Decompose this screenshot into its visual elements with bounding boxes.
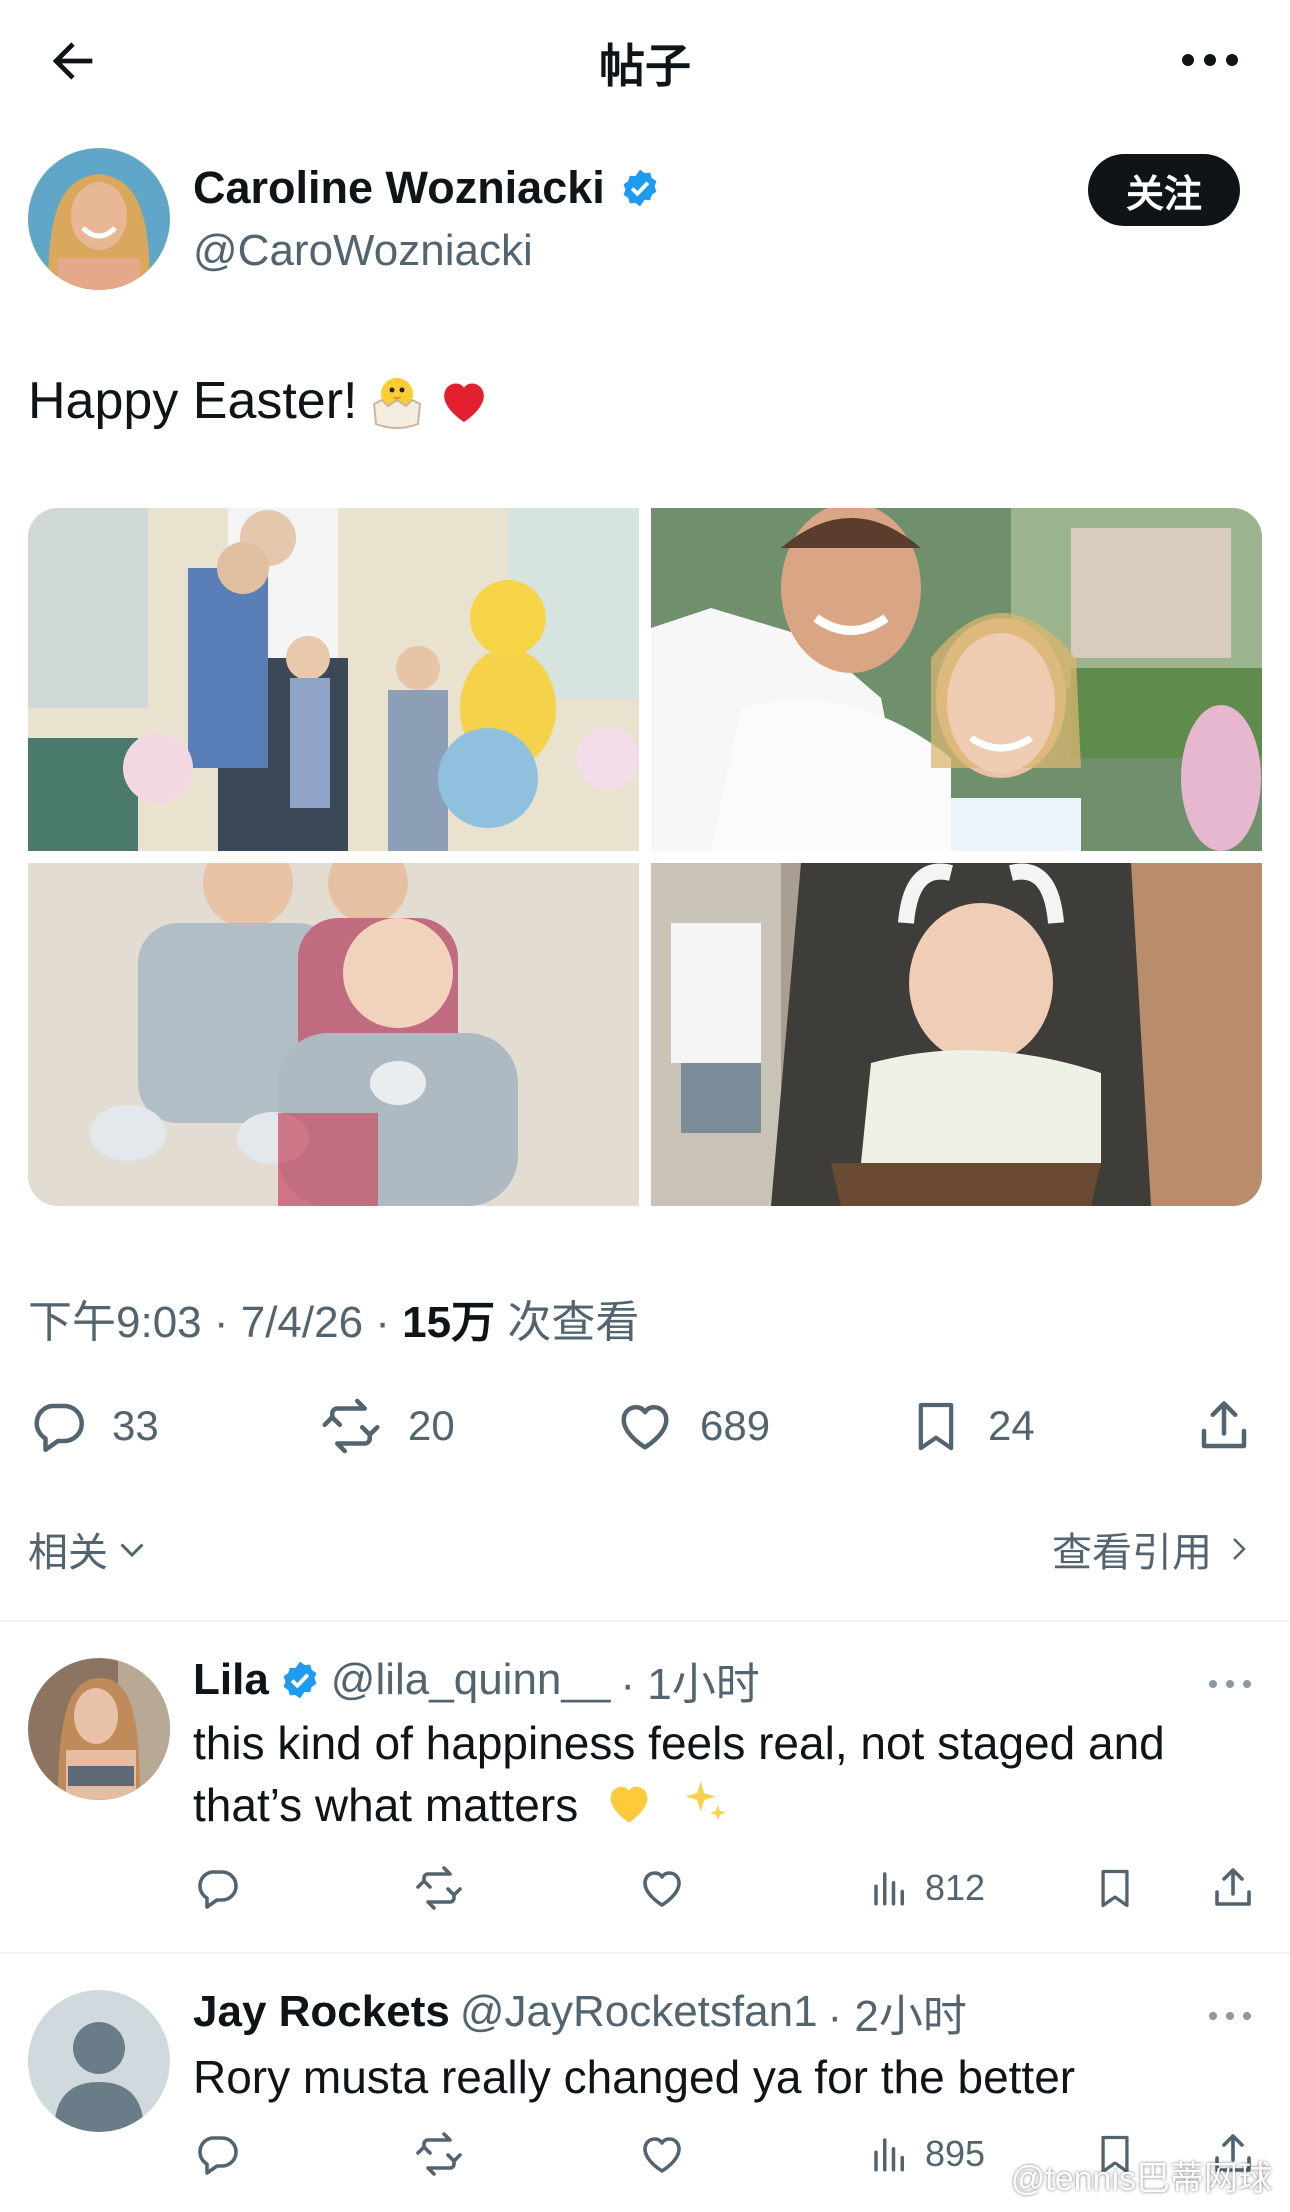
reply-icon (198, 2136, 238, 2175)
reply-text: this kind of happiness feels real, not s… (193, 1717, 1165, 1831)
views-chart-icon (874, 2138, 904, 2172)
reply-more-button[interactable] (1200, 1996, 1260, 2036)
repost-icon (322, 1398, 380, 1454)
post-text: Happy Easter! (28, 370, 492, 432)
share-icon (1215, 1868, 1251, 1906)
author-name[interactable]: Caroline Wozniacki (193, 162, 661, 214)
repost-icon (416, 2132, 462, 2176)
reply-bookmark-button[interactable] (1093, 1858, 1137, 1918)
yellow-heart-emoji (610, 1786, 648, 1823)
reply-repost-button[interactable] (413, 2124, 465, 2184)
views-chart-icon (874, 1872, 904, 1906)
heart-icon (643, 2137, 681, 2173)
reply-like-button[interactable] (637, 2124, 687, 2184)
reply-button[interactable]: 33 (28, 1386, 159, 1466)
reply-item[interactable]: Lila @lila_quinn__ · 1小时 this kind of ha… (0, 1622, 1290, 1950)
bookmark-icon (1101, 1869, 1129, 1908)
reply-reply-button[interactable] (193, 1858, 241, 1918)
reply-icon (198, 1870, 238, 1909)
more-horizontal-icon (1182, 54, 1238, 66)
reply-avatar[interactable] (28, 1990, 170, 2132)
media-grid (28, 508, 1262, 1206)
red-heart-emoji (443, 383, 484, 422)
chevron-right-icon (1233, 1538, 1246, 1560)
more-horizontal-icon (1209, 2012, 1251, 2020)
reply-header: Lila @lila_quinn__ · 1小时 (193, 1648, 760, 1712)
heart-icon (643, 1871, 681, 1907)
chevron-down-icon (120, 1543, 144, 1558)
reply-author-name[interactable]: Lila (193, 1655, 269, 1705)
reply-text: Rory musta really changed ya for the bet… (193, 2051, 1076, 2103)
verified-badge-icon (283, 1661, 317, 1699)
couple-selfie-photo[interactable] (651, 508, 1262, 851)
repost-icon (416, 1866, 462, 1910)
top-bar: 帖子 (0, 0, 1290, 124)
default-avatar-icon (28, 1990, 170, 2132)
reply-header: Jay Rockets @JayRocketsfan1 · 2小时 (193, 1980, 967, 2044)
reply-avatar[interactable] (28, 1658, 170, 1800)
post-actions: 33 20 689 24 (28, 1386, 1262, 1466)
reply-reply-button[interactable] (193, 2124, 241, 2184)
reply-author-handle[interactable]: @lila_quinn__ (331, 1655, 611, 1705)
share-button[interactable] (1194, 1386, 1254, 1466)
watermark: @tennis巴蒂网球 (965, 2151, 1272, 2200)
bookmark-icon (918, 1402, 954, 1451)
weibo-logo-icon (966, 2162, 1003, 2191)
sparkles-emoji (685, 1781, 726, 1821)
like-button[interactable]: 689 (614, 1386, 770, 1466)
heart-icon (621, 1405, 669, 1450)
kids-pajamas-photo[interactable] (28, 863, 639, 1206)
follow-button[interactable]: 关注 (1088, 154, 1240, 226)
hatching-chick-emoji (372, 378, 421, 429)
reply-time: · 1小时 (620, 1660, 760, 1709)
view-quotes-link[interactable]: 查看引用 (1052, 1520, 1254, 1578)
reply-actions: 812 (193, 1858, 1263, 1918)
reply-time: · 2小时 (827, 1992, 967, 2041)
verified-badge-icon (623, 169, 657, 207)
share-icon (1201, 1401, 1247, 1449)
bookmark-button[interactable]: 24 (908, 1386, 1035, 1466)
reply-like-button[interactable] (637, 1858, 687, 1918)
author-avatar[interactable] (28, 148, 170, 290)
related-dropdown[interactable]: 相关 (28, 1520, 150, 1578)
author-handle[interactable]: @CaroWozniacki (193, 226, 533, 276)
reply-views-button[interactable]: 812 (869, 1858, 985, 1918)
baby-stroller-photo[interactable] (651, 863, 1262, 1206)
more-options-button[interactable] (1170, 30, 1250, 90)
family-easter-photo[interactable] (28, 508, 639, 851)
reply-share-button[interactable] (1209, 1858, 1257, 1918)
repost-button[interactable]: 20 (318, 1386, 455, 1466)
reply-author-name[interactable]: Jay Rockets (193, 1987, 450, 2037)
reply-repost-button[interactable] (413, 1858, 465, 1918)
more-horizontal-icon (1209, 1680, 1251, 1688)
page-title: 帖子 (599, 40, 691, 92)
reply-more-button[interactable] (1200, 1664, 1260, 1704)
views-count: 15万 (402, 1298, 496, 1347)
post-meta: 下午9:03 · 7/4/26 · 15万 次查看 (28, 1298, 640, 1347)
reply-author-handle[interactable]: @JayRocketsfan1 (460, 1987, 818, 2037)
reply-icon (34, 1403, 84, 1452)
